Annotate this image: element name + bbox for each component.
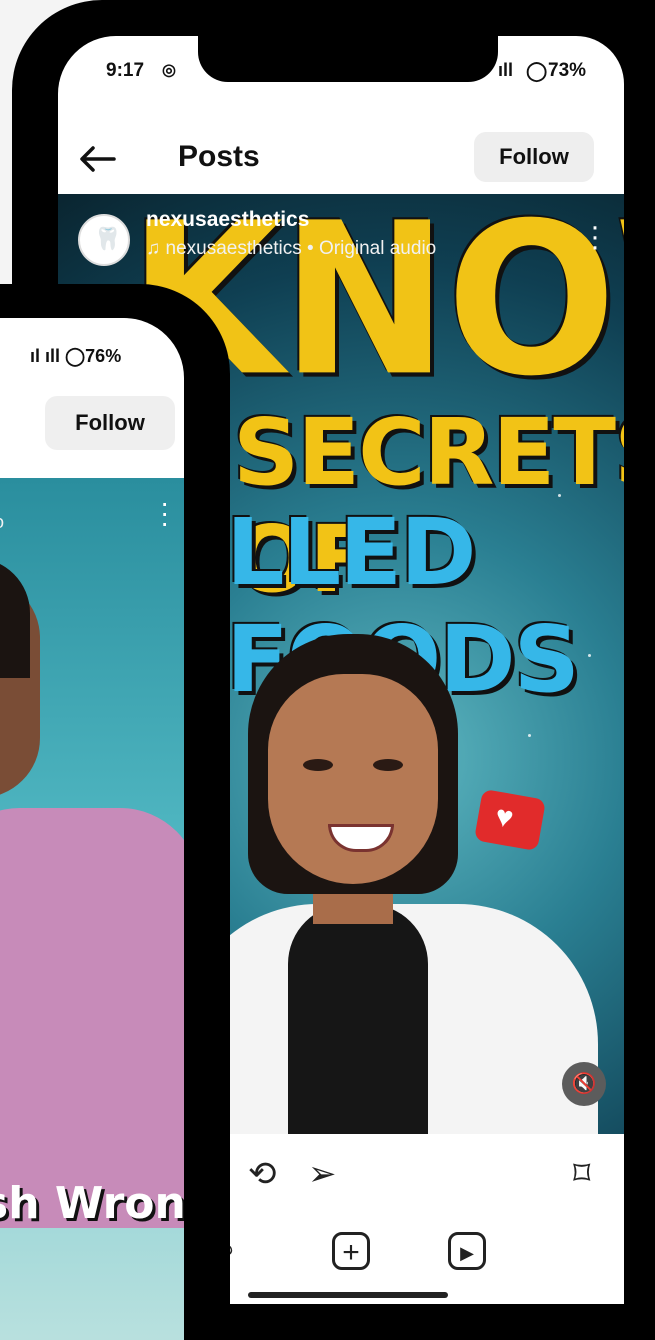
reel-media[interactable]: sh Wrong! xyxy=(0,478,184,1340)
avatar[interactable]: 🦷 xyxy=(78,214,130,266)
front-phone-screen: ıl ıll ◯76% Follow sh Wrong! dio ··· xyxy=(0,318,184,1340)
username[interactable]: nexusaesthetics xyxy=(146,208,309,232)
presenter-image xyxy=(178,634,598,1134)
battery-icon: ◯ xyxy=(65,346,86,366)
back-arrow-icon[interactable] xyxy=(78,144,118,174)
front-phone-frame: ıl ıll ◯76% Follow sh Wrong! dio ··· xyxy=(0,284,230,1340)
follow-button[interactable]: Follow xyxy=(474,132,594,182)
home-indicator xyxy=(248,1292,448,1298)
bookmark-icon[interactable]: ⌑ xyxy=(573,1154,590,1194)
signal-icon: ıll xyxy=(498,60,514,80)
phone-notch xyxy=(198,36,498,82)
top-nav: Posts Follow xyxy=(58,114,624,194)
music-icon: ♫ xyxy=(146,238,166,259)
caption-text: sh Wrong! xyxy=(0,1178,184,1229)
follow-button[interactable]: Follow xyxy=(45,396,175,450)
heart-icon: ♥ xyxy=(473,788,547,852)
mute-icon[interactable]: 🔇 xyxy=(562,1062,606,1106)
presenter-image xyxy=(0,808,184,1228)
tooth-icon: 🦷 xyxy=(94,226,122,251)
signal-icon: ıl ıll xyxy=(30,346,66,366)
audio-text: nexusaesthetics • Original audio xyxy=(165,238,437,259)
status-time: 9:17 xyxy=(106,60,145,81)
more-icon[interactable]: · · · xyxy=(590,212,600,262)
repost-icon[interactable]: ⟲ xyxy=(248,1154,277,1194)
instagram-icon: ◎ xyxy=(162,62,176,79)
presenter-hair xyxy=(0,558,30,678)
reels-icon[interactable]: ▶ xyxy=(448,1232,486,1270)
more-icon[interactable]: · · · xyxy=(160,489,169,537)
battery-percent: 76% xyxy=(85,346,122,366)
add-icon[interactable]: + xyxy=(332,1232,370,1270)
audio-label[interactable]: dio xyxy=(0,512,4,533)
battery-percent: 73% xyxy=(548,60,587,81)
battery-icon: ◯ xyxy=(526,61,548,82)
page-title: Posts xyxy=(178,140,260,173)
audio-label[interactable]: ♫ nexusaesthetics • Original audio xyxy=(146,238,436,260)
status-bar: ıl ıll ◯76% xyxy=(30,346,121,367)
send-icon[interactable]: ➢ xyxy=(308,1154,337,1194)
